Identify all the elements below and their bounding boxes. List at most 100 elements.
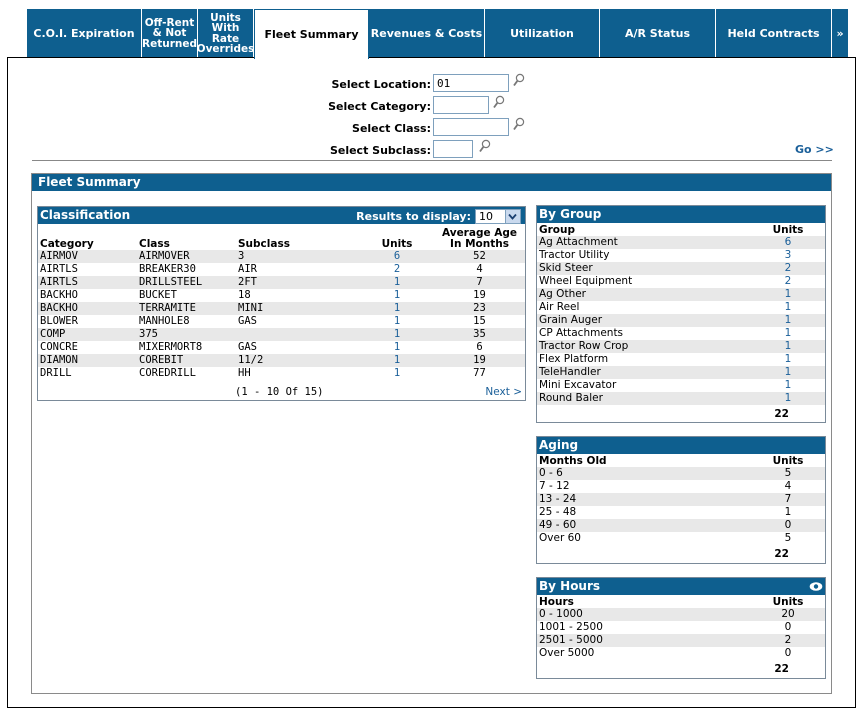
- tab-held-contracts[interactable]: Held Contracts: [716, 9, 832, 58]
- tab-label: Units With Rate Overrides: [196, 11, 255, 55]
- tab-label: Off-Rent & Not Returned: [142, 16, 197, 50]
- months-old-cell: 13 - 24: [537, 493, 751, 506]
- go-button[interactable]: Go >>: [795, 143, 834, 156]
- tab-ar-status[interactable]: A/R Status: [600, 9, 716, 58]
- subclass-filter-row: Select Subclass:: [300, 140, 431, 160]
- category-search-icon[interactable]: [493, 95, 505, 109]
- units-link[interactable]: 1: [360, 315, 434, 328]
- class-input[interactable]: [433, 118, 509, 136]
- tab-label: Fleet Summary: [264, 28, 359, 41]
- group-cell: CP Attachments: [539, 327, 624, 339]
- table-row: Tractor Row Crop 1: [537, 340, 825, 353]
- units-link[interactable]: 6: [751, 236, 825, 249]
- units-link[interactable]: 2: [360, 263, 434, 276]
- subclass-cell: AIR: [238, 263, 257, 275]
- subclass-label: Select Subclass:: [329, 144, 431, 157]
- subclass-input[interactable]: [433, 140, 473, 158]
- results-to-display: Results to display: 10: [356, 208, 521, 225]
- average-age-cell: 4: [476, 263, 483, 275]
- tab-coi-expiration[interactable]: C.O.I. Expiration: [27, 9, 142, 58]
- by-group-rows: Ag Attachment 6 Tractor Utility 3 Skid Steer…: [537, 236, 825, 405]
- classification-title: Classification: [40, 208, 131, 222]
- units-cell: 4: [784, 480, 792, 492]
- aging-total: 22: [774, 548, 789, 560]
- units-link[interactable]: 2: [751, 262, 825, 275]
- next-page-link[interactable]: Next >: [485, 386, 522, 398]
- table-row: CONCRE MIXERMORT8 GAS 1 6: [38, 341, 525, 354]
- table-row: DRILL COREDRILL HH 1 77: [38, 367, 525, 380]
- units-link[interactable]: 1: [751, 379, 825, 392]
- months-old-cell: 0 - 6: [537, 467, 751, 480]
- table-row: 13 - 24 7: [537, 493, 825, 506]
- table-row: COMP 375 1 35: [38, 328, 525, 341]
- chevron-right-icon: »: [836, 27, 844, 40]
- group-cell: Air Reel: [539, 301, 580, 313]
- table-row: 49 - 60 0: [537, 519, 825, 532]
- tab-off-rent[interactable]: Off-Rent & Not Returned: [142, 9, 198, 58]
- category-cell: BACKHO: [40, 289, 78, 301]
- units-link[interactable]: 1: [360, 289, 434, 302]
- col-units: Units: [381, 238, 413, 250]
- location-label: Select Location:: [331, 78, 431, 91]
- category-cell: DIAMON: [38, 354, 137, 367]
- tab-rate-overrides[interactable]: Units With Rate Overrides: [196, 9, 255, 58]
- class-cell: MANHOLE8: [139, 315, 190, 327]
- units-link[interactable]: 6: [360, 250, 434, 263]
- units-link[interactable]: 1: [360, 354, 434, 367]
- subclass-search-icon[interactable]: [479, 139, 491, 153]
- col-subclass: Subclass: [238, 238, 290, 250]
- subclass-cell: 2FT: [236, 276, 360, 289]
- subclass-cell: MINI: [236, 302, 360, 315]
- col-units: Units: [772, 596, 804, 608]
- table-row: 2501 - 5000 2: [537, 634, 825, 647]
- tab-utilization[interactable]: Utilization: [485, 9, 600, 58]
- location-input[interactable]: [433, 74, 509, 92]
- eye-icon[interactable]: [809, 580, 823, 593]
- table-row: BACKHO BUCKET 18 1 19: [38, 289, 525, 302]
- chevron-down-icon[interactable]: [505, 210, 520, 223]
- class-cell: MIXERMORT8: [139, 341, 203, 353]
- results-value: 10: [479, 210, 493, 223]
- units-link[interactable]: 1: [751, 288, 825, 301]
- units-link[interactable]: 1: [751, 314, 825, 327]
- table-row: 7 - 12 4: [537, 480, 825, 493]
- table-row: Flex Platform 1: [537, 353, 825, 366]
- group-cell: Flex Platform: [539, 353, 609, 365]
- table-row: Mini Excavator 1: [537, 379, 825, 392]
- months-old-cell: 49 - 60: [537, 519, 751, 532]
- class-search-icon[interactable]: [513, 117, 525, 131]
- location-search-icon[interactable]: [513, 73, 525, 87]
- units-link[interactable]: 1: [751, 327, 825, 340]
- col-class: Class: [139, 238, 170, 250]
- units-link[interactable]: 1: [360, 328, 434, 341]
- table-row: AIRTLS BREAKER30 AIR 2 4: [38, 263, 525, 276]
- units-link[interactable]: 1: [751, 392, 825, 405]
- col-hours: Hours: [539, 596, 574, 608]
- tab-more[interactable]: »: [832, 9, 849, 58]
- class-cell: BREAKER30: [139, 263, 196, 275]
- tab-label: A/R Status: [624, 27, 691, 40]
- units-link[interactable]: 1: [360, 302, 434, 315]
- tab-fleet-summary[interactable]: Fleet Summary: [254, 9, 369, 59]
- table-row: BLOWER MANHOLE8 GAS 1 15: [38, 315, 525, 328]
- units-link[interactable]: 2: [751, 275, 825, 288]
- units-link[interactable]: 1: [360, 341, 434, 354]
- tab-revenues-costs[interactable]: Revenues & Costs: [369, 9, 485, 58]
- units-link[interactable]: 1: [360, 367, 434, 380]
- group-cell: Ag Other: [537, 288, 751, 301]
- tab-bar: C.O.I. Expiration Off-Rent & Not Returne…: [27, 9, 849, 59]
- units-link[interactable]: 1: [751, 301, 825, 314]
- units-cell: 0: [784, 647, 792, 659]
- by-hours-rows: 0 - 1000 20 1001 - 2500 0 2501 - 5000 2 Over 5…: [537, 608, 825, 660]
- units-link[interactable]: 1: [751, 353, 825, 366]
- table-row: Skid Steer 2: [537, 262, 825, 275]
- category-input[interactable]: [433, 96, 489, 114]
- units-link[interactable]: 1: [751, 366, 825, 379]
- classification-table: Category Class Subclass Units Average Ag…: [38, 224, 525, 380]
- units-link[interactable]: 1: [751, 340, 825, 353]
- units-cell: 5: [751, 467, 825, 480]
- table-row: Ag Other 1: [537, 288, 825, 301]
- units-link[interactable]: 1: [360, 276, 434, 289]
- units-link[interactable]: 3: [751, 249, 825, 262]
- results-select[interactable]: 10: [475, 209, 521, 224]
